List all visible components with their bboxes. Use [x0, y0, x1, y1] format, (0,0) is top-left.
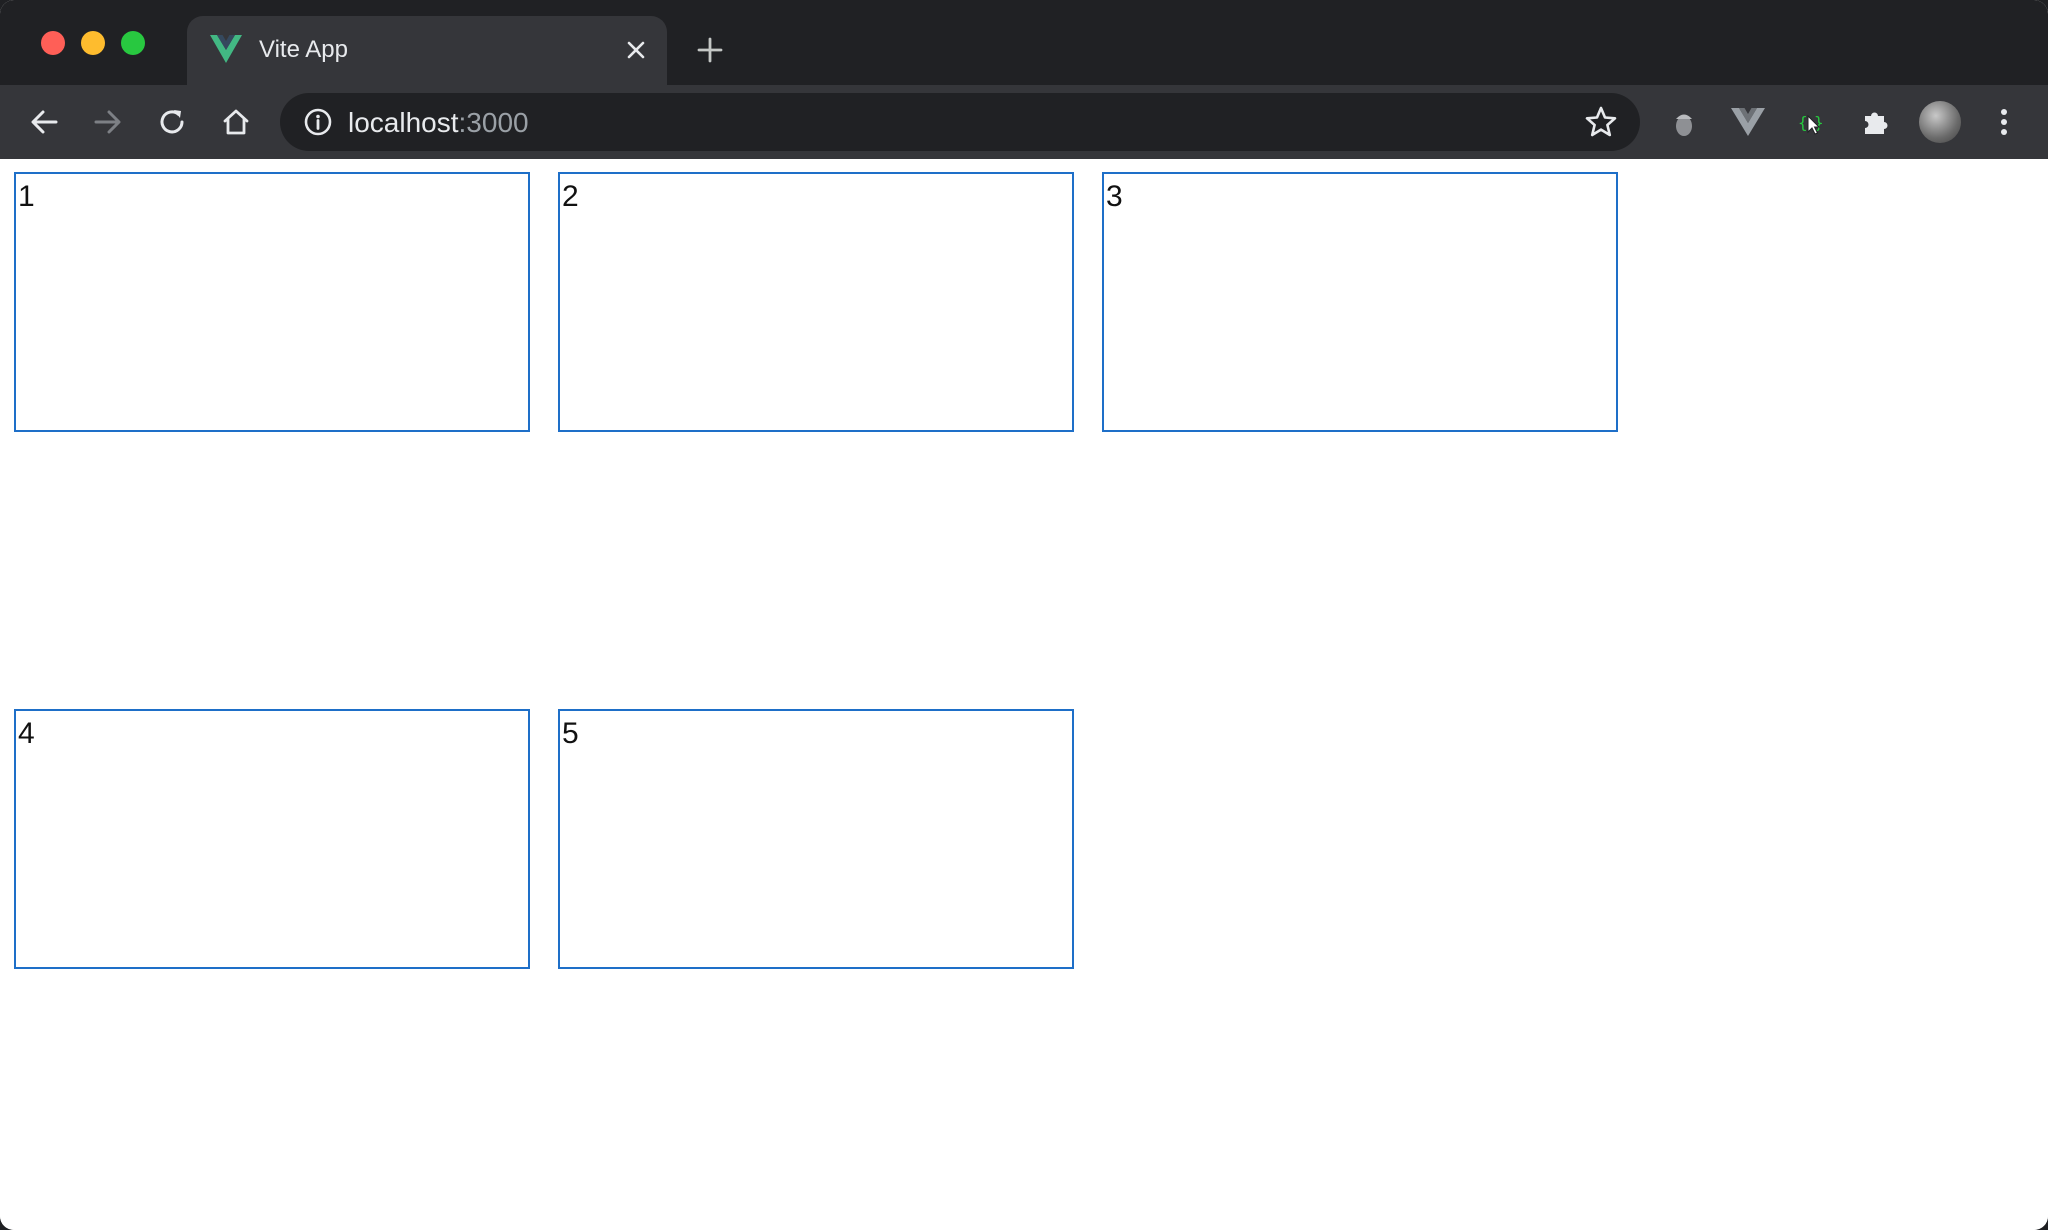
profile-avatar[interactable]	[1917, 99, 1963, 145]
bookmark-star-icon[interactable]	[1584, 105, 1618, 139]
back-arrow-icon[interactable]	[22, 100, 66, 144]
grid-card-5: 5	[558, 709, 1074, 969]
grid-card-2: 2	[558, 172, 1074, 432]
grid-card-3: 3	[1102, 172, 1618, 432]
cursor-extension-icon[interactable]: { }	[1789, 99, 1835, 145]
svg-text:{: {	[1798, 113, 1808, 132]
card-label: 5	[562, 717, 579, 750]
address-bar[interactable]: localhost:3000	[280, 93, 1640, 151]
url-text: localhost:3000	[348, 107, 529, 139]
tab-title: Vite App	[259, 36, 348, 63]
new-tab-button[interactable]	[690, 30, 730, 70]
tab-vite-app[interactable]: Vite App	[187, 16, 667, 85]
card-label: 1	[18, 180, 35, 213]
site-info-icon[interactable]	[302, 106, 334, 138]
close-window-button[interactable]	[41, 31, 65, 55]
menu-kebab-icon[interactable]	[1981, 99, 2027, 145]
close-tab-icon[interactable]	[619, 33, 653, 67]
home-icon[interactable]	[214, 100, 258, 144]
maximize-window-button[interactable]	[121, 31, 145, 55]
browser-window: Vite App localhost:3000 {} 1 2 3 4 5	[0, 0, 2048, 1230]
grid-card-4: 4	[14, 709, 530, 969]
browser-toolbar: localhost:3000 { }	[0, 85, 2048, 159]
card-label: 4	[18, 717, 35, 750]
minimize-window-button[interactable]	[81, 31, 105, 55]
card-label: 2	[562, 180, 579, 213]
forward-arrow-icon[interactable]	[86, 100, 130, 144]
grid-card-1: 1	[14, 172, 530, 432]
card-label: 3	[1106, 180, 1123, 213]
vue-logo-icon	[209, 34, 243, 64]
page-content: 1 2 3 4 5	[0, 159, 2048, 1230]
reload-icon[interactable]	[150, 100, 194, 144]
tab-strip: Vite App	[0, 0, 2048, 85]
extensions-puzzle-icon[interactable]	[1853, 99, 1899, 145]
url-host: localhost	[348, 107, 459, 138]
url-port: :3000	[458, 107, 529, 138]
vue-devtools-icon[interactable]	[1725, 99, 1771, 145]
profile-avatar-image	[1919, 101, 1961, 143]
acorn-extension-icon[interactable]	[1661, 99, 1707, 145]
